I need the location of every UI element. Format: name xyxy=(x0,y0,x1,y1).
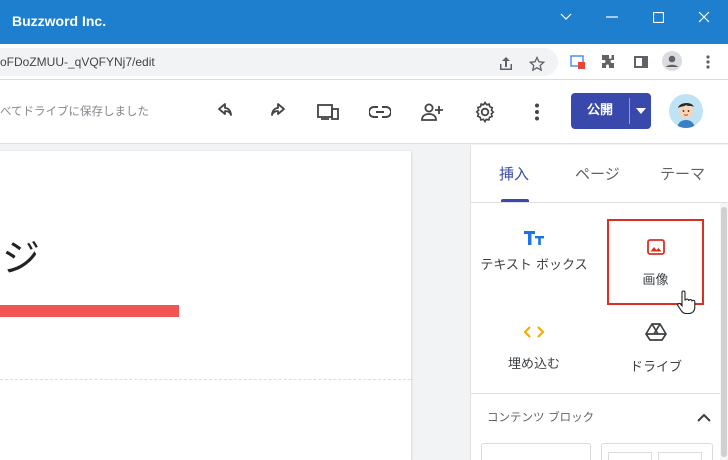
add-person-icon[interactable] xyxy=(420,100,444,124)
more-icon[interactable] xyxy=(698,52,718,72)
insert-embed-tile[interactable]: 埋め込む xyxy=(479,325,589,372)
block-cell xyxy=(608,452,652,460)
image-label: 画像 xyxy=(642,273,669,288)
drive-label: ドライブ xyxy=(629,360,682,375)
tab-themes[interactable]: テーマ xyxy=(660,163,705,184)
star-icon[interactable] xyxy=(527,54,547,74)
sidepanel-icon[interactable] xyxy=(631,52,651,72)
editor-canvas[interactable]: ジ xyxy=(0,145,470,460)
content-block-thumbnail[interactable] xyxy=(481,443,591,460)
preview-icon[interactable] xyxy=(316,100,340,124)
url-text: oFDoZMUU-_qVQFYNj7/edit xyxy=(0,55,155,69)
insert-panel: 挿入 ページ テーマ テキスト ボックス 画像 埋め込む ドライブ コンテンツ … xyxy=(470,145,728,460)
text-box-label: テキスト ボックス xyxy=(480,258,588,273)
profile-icon[interactable] xyxy=(662,51,682,71)
window-titlebar: Buzzword Inc. xyxy=(0,0,728,44)
drive-icon xyxy=(601,322,711,346)
puzzle-icon[interactable] xyxy=(598,52,618,72)
publish-button[interactable]: 公開 xyxy=(571,93,651,129)
link-icon[interactable] xyxy=(368,100,392,124)
text-box-icon xyxy=(479,229,589,251)
window-title: Buzzword Inc. xyxy=(12,13,107,29)
panel-scrollbar[interactable] xyxy=(720,203,728,460)
minimize-icon[interactable] xyxy=(597,6,627,28)
close-icon[interactable] xyxy=(689,6,719,28)
pointer-hand-icon xyxy=(676,290,696,318)
publish-dropdown-icon[interactable] xyxy=(630,93,651,129)
publish-label: 公開 xyxy=(586,103,613,118)
section-divider xyxy=(0,379,411,380)
browser-toolbar: oFDoZMUU-_qVQFYNj7/edit xyxy=(0,44,728,80)
insert-drive-tile[interactable]: ドライブ xyxy=(601,322,711,375)
heading-accent-bar xyxy=(0,305,179,317)
chevron-down-icon[interactable] xyxy=(551,6,581,28)
page-heading[interactable]: ジ xyxy=(2,227,40,282)
image-icon xyxy=(609,239,702,259)
tab-separator xyxy=(471,202,728,203)
block-cell xyxy=(658,452,702,460)
user-avatar[interactable] xyxy=(669,94,703,128)
scrollbar-thumb[interactable] xyxy=(721,207,727,457)
tab-insert[interactable]: 挿入 xyxy=(499,163,529,184)
embed-icon xyxy=(479,325,589,343)
app-toolbar: べてドライブに保存しました 公開 xyxy=(0,80,728,144)
site-page[interactable]: ジ xyxy=(0,151,411,460)
chevron-up-icon[interactable] xyxy=(697,407,713,423)
settings-icon[interactable] xyxy=(473,100,497,124)
redo-icon[interactable] xyxy=(265,100,289,124)
share-icon[interactable] xyxy=(496,54,516,74)
undo-icon[interactable] xyxy=(214,100,238,124)
insert-text-box-tile[interactable]: テキスト ボックス xyxy=(479,229,589,289)
tab-pages[interactable]: ページ xyxy=(575,163,620,184)
maximize-icon[interactable] xyxy=(643,6,673,28)
save-status: べてドライブに保存しました xyxy=(0,104,150,118)
content-blocks-title: コンテンツ ブロック xyxy=(487,410,595,424)
address-bar[interactable]: oFDoZMUU-_qVQFYNj7/edit xyxy=(0,48,558,76)
content-block-thumbnail[interactable] xyxy=(601,443,713,460)
more-vert-icon[interactable] xyxy=(525,100,549,124)
extension-icon[interactable] xyxy=(568,52,588,72)
section-divider-line xyxy=(471,393,720,394)
embed-label: 埋め込む xyxy=(507,357,560,372)
